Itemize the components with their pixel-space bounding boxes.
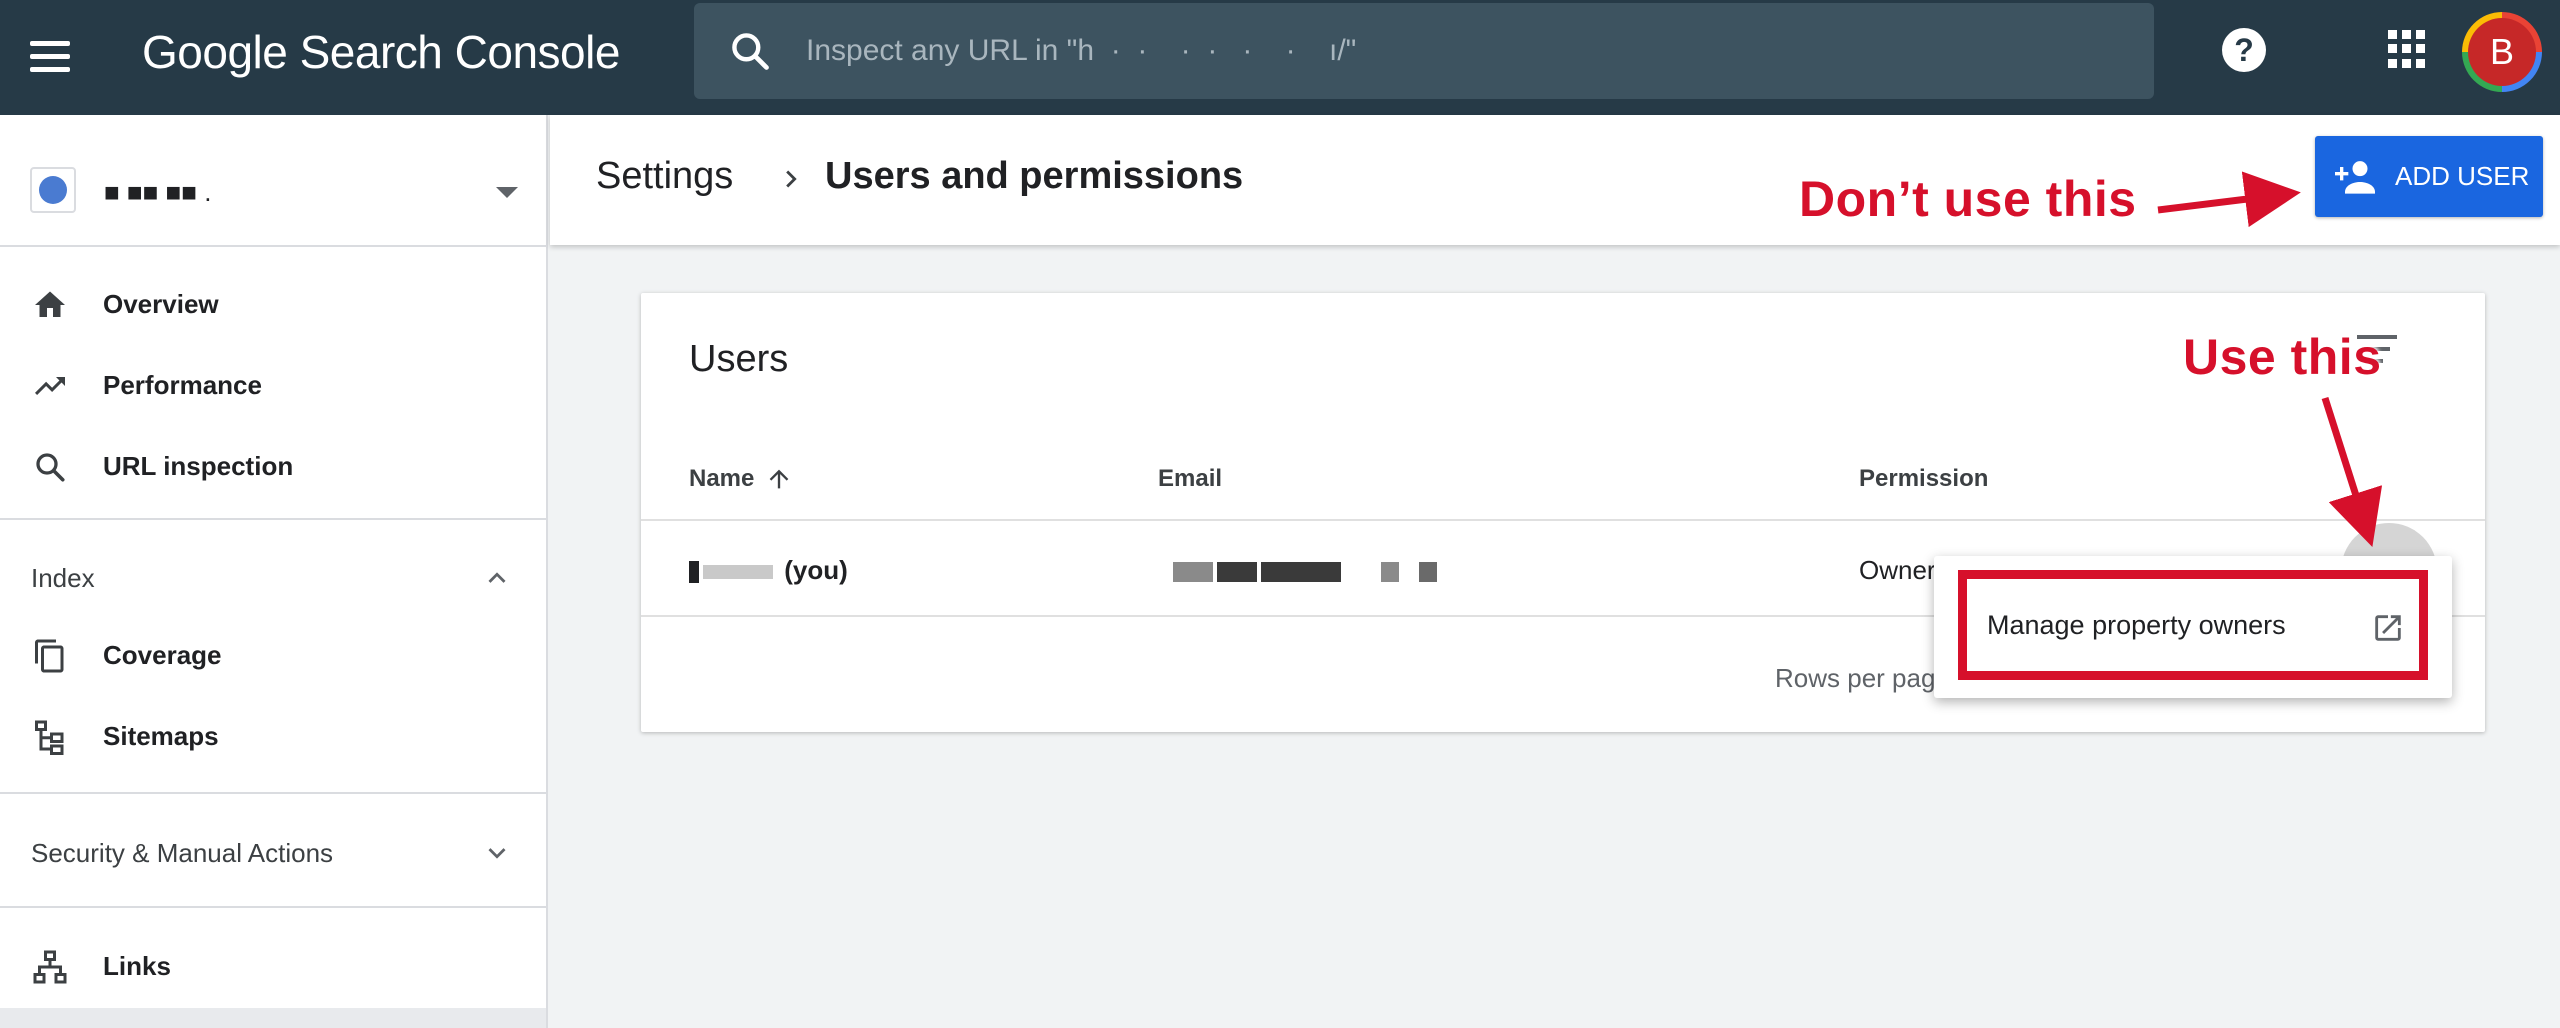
row-options-menu: Manage property owners — [1934, 556, 2452, 698]
chevron-up-icon — [488, 572, 506, 583]
user-permission-cell: Owner — [1859, 555, 1936, 585]
annotation-use-this: Use this — [2183, 329, 2382, 385]
sidebar-item-links[interactable]: Links — [0, 927, 546, 1003]
url-inspect-search[interactable] — [694, 3, 2154, 99]
sidebar-item-label: Sitemaps — [103, 721, 219, 751]
help-icon[interactable]: ? — [2222, 28, 2266, 72]
redacted-text — [703, 565, 773, 580]
column-header-name[interactable]: Name — [689, 465, 754, 493]
redacted-text — [1173, 562, 1213, 583]
top-bar: Google Search Console ? B — [0, 0, 2560, 115]
search-icon — [732, 33, 769, 70]
sidebar-item-label: Coverage — [103, 640, 222, 670]
chevron-right-icon — [786, 170, 797, 188]
user-name-cell: (you) — [689, 555, 848, 586]
sidebar: ■ ■■ ■■ . Overview Performance URL inspe… — [0, 115, 548, 1028]
column-header-permission: Permission — [1859, 465, 1989, 492]
section-label: Index — [31, 563, 95, 593]
annotation-dont-use: Don’t use this — [1799, 171, 2137, 227]
sitemap-icon — [35, 720, 64, 755]
menu-item-label: Manage property owners — [1987, 610, 2286, 640]
account-avatar-button[interactable]: B — [2462, 12, 2542, 92]
person-add-icon — [2335, 160, 2375, 194]
divider — [0, 245, 546, 247]
page-title: Users and permissions — [825, 155, 1244, 197]
rows-per-page-label: Rows per pag — [1775, 663, 1936, 693]
sidebar-item-sitemaps[interactable]: Sitemaps — [0, 697, 546, 773]
you-label: (you) — [784, 555, 848, 585]
trending-up-icon — [35, 377, 65, 395]
sidebar-item-next[interactable] — [0, 1008, 546, 1028]
property-selector[interactable]: ■ ■■ ■■ . — [30, 157, 530, 217]
arrow-up-icon[interactable] — [765, 465, 793, 493]
app-root: Google Search Console ? B ■ ■■ ■■ . — [0, 0, 2560, 1028]
manage-property-owners-item[interactable]: Manage property owners — [1958, 570, 2428, 680]
links-tree-icon — [33, 950, 67, 984]
search-icon — [36, 453, 65, 482]
divider — [0, 518, 546, 520]
sidebar-item-label: Performance — [103, 370, 262, 400]
divider — [0, 906, 546, 908]
home-icon — [35, 291, 65, 317]
add-user-button[interactable]: ADD USER — [2315, 136, 2543, 217]
divider — [0, 792, 546, 794]
app-title: Google Search Console — [142, 26, 620, 78]
add-user-label: ADD USER — [2395, 161, 2530, 191]
sidebar-item-overview[interactable]: Overview — [0, 265, 546, 341]
user-email-cell — [1173, 555, 1441, 586]
sidebar-item-url-inspection[interactable]: URL inspection — [0, 427, 546, 503]
redacted-text — [1419, 562, 1437, 583]
property-name: ■ ■■ ■■ . — [104, 177, 212, 207]
divider — [641, 519, 2485, 521]
card-title: Users — [689, 338, 789, 380]
menu-icon[interactable] — [30, 30, 82, 82]
section-label: Security & Manual Actions — [31, 838, 334, 868]
redacted-text — [1381, 562, 1399, 583]
column-header-email: Email — [1158, 465, 1223, 492]
redacted-text — [689, 561, 699, 584]
avatar: B — [2468, 18, 2536, 86]
sidebar-item-label: URL inspection — [103, 451, 294, 481]
open-in-new-icon — [2375, 615, 2401, 641]
search-input[interactable] — [806, 21, 2106, 81]
breadcrumb-settings[interactable]: Settings — [596, 155, 733, 198]
copy-icon — [35, 639, 64, 673]
globe-icon — [30, 167, 76, 213]
sidebar-item-label: Links — [103, 951, 171, 981]
page-header: Settings Users and permissions ADD USER — [550, 115, 2560, 245]
apps-grid-icon[interactable] — [2388, 30, 2426, 68]
sidebar-item-performance[interactable]: Performance — [0, 346, 546, 422]
sidebar-item-label: Overview — [103, 289, 219, 319]
redacted-text — [1217, 562, 1257, 583]
redacted-text — [1261, 562, 1341, 583]
dropdown-caret-icon — [496, 187, 518, 198]
sidebar-section-security[interactable]: Security & Manual Actions — [0, 814, 546, 890]
chevron-down-icon — [488, 848, 506, 859]
sidebar-section-index[interactable]: Index — [0, 539, 546, 615]
sidebar-item-coverage[interactable]: Coverage — [0, 616, 546, 692]
